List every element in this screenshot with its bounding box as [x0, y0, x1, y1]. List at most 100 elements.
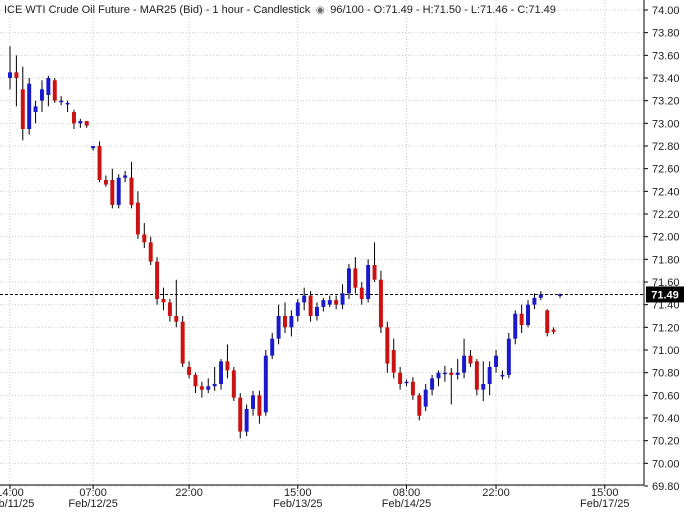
y-tick-label: 70.80 — [652, 368, 680, 380]
candle-body — [193, 374, 198, 387]
candle-body — [398, 372, 403, 384]
candle-body — [78, 121, 83, 124]
x-tick-date: Feb/13/25 — [273, 498, 323, 508]
candle-body — [219, 361, 224, 384]
y-tick-label: 72.60 — [652, 164, 680, 176]
candle-body — [84, 121, 89, 126]
candle-body — [462, 355, 467, 373]
candle-body — [283, 316, 287, 328]
x-tick-time: 22:00 — [175, 487, 203, 499]
candle-body — [129, 177, 134, 205]
candle-body — [174, 316, 179, 322]
candle-body — [276, 316, 281, 339]
candle-body — [410, 381, 415, 396]
candle-body — [91, 146, 96, 149]
candle-body — [302, 295, 307, 303]
candle-body — [295, 302, 300, 316]
candle-body — [59, 100, 64, 103]
candle-body — [263, 355, 268, 413]
candlestick-chart: ICE WTI Crude Oil Future - MAR25 (Bid) -… — [0, 0, 686, 510]
candle-body — [314, 306, 319, 316]
candle-body — [442, 372, 447, 375]
candle-body — [558, 294, 562, 296]
candle-body — [334, 300, 339, 305]
candle-body — [538, 294, 543, 298]
candle-body — [417, 395, 422, 416]
y-tick-label: 72.20 — [652, 209, 680, 221]
candle-body — [270, 338, 275, 356]
candle-body — [519, 313, 524, 326]
candle-body — [212, 384, 217, 387]
candle-body — [71, 112, 76, 124]
candle-body — [545, 310, 550, 333]
candle-body — [27, 83, 32, 129]
y-tick-label: 73.60 — [652, 50, 680, 62]
candle-body — [404, 381, 409, 384]
candle-body — [238, 397, 243, 432]
y-tick-label: 72.80 — [652, 141, 680, 153]
candle-body — [289, 316, 294, 328]
y-tick-label: 73.20 — [652, 96, 680, 108]
candle-body — [327, 300, 332, 305]
candle-body — [513, 313, 518, 339]
y-tick-label: 70.20 — [652, 436, 680, 448]
chart-header: ICE WTI Crude Oil Future - MAR25 (Bid) -… — [4, 4, 556, 16]
candle-body — [321, 300, 326, 307]
candle-body — [155, 261, 160, 299]
last-price-label: 71.49 — [651, 289, 679, 301]
x-tick-date: Feb/14/25 — [382, 498, 432, 508]
x-tick-date: Feb/12/25 — [68, 498, 118, 508]
candle-body — [378, 279, 383, 328]
candle-body — [532, 297, 537, 305]
y-tick-label: 73.40 — [652, 73, 680, 85]
y-tick-label: 71.20 — [652, 322, 680, 334]
candle-body — [308, 295, 313, 316]
candle-body — [359, 287, 364, 299]
candle-body — [199, 386, 204, 390]
candle-body — [225, 361, 230, 371]
y-tick-label: 74.00 — [652, 5, 680, 17]
candle-body — [257, 395, 262, 416]
candle-body — [65, 102, 70, 105]
candle-body — [430, 378, 435, 390]
candle-body — [455, 372, 460, 375]
candle-body — [436, 372, 441, 379]
candle-body — [97, 146, 102, 180]
candle-body — [20, 89, 25, 129]
candle-body — [385, 327, 390, 364]
candle-body — [468, 355, 473, 364]
chart-title: ICE WTI Crude Oil Future - MAR25 (Bid) -… — [4, 4, 311, 16]
y-tick-label: 70.60 — [652, 390, 680, 402]
y-tick-label: 71.80 — [652, 254, 680, 266]
y-tick-label: 71.00 — [652, 345, 680, 357]
candle-body — [116, 177, 121, 205]
x-tick-time: 22:00 — [482, 487, 510, 499]
x-tick-date: Feb/17/25 — [580, 498, 630, 508]
candle-body — [494, 355, 499, 367]
candle-body — [14, 72, 19, 78]
candle-body — [148, 242, 153, 262]
candle-body — [123, 175, 128, 178]
candle-body — [135, 202, 140, 235]
candle-body — [187, 367, 192, 375]
candle-body — [167, 302, 172, 316]
candle-body — [526, 304, 531, 326]
candle-body — [142, 234, 147, 243]
candle-body — [487, 367, 492, 384]
candle-body — [372, 265, 377, 280]
eye-icon[interactable]: ◉ — [313, 5, 327, 16]
candle-body — [180, 321, 185, 364]
y-tick-label: 70.00 — [652, 458, 680, 470]
candle-body — [474, 361, 479, 390]
y-tick-label: 70.40 — [652, 413, 680, 425]
candle-body — [206, 386, 211, 390]
y-tick-label: 73.80 — [652, 28, 680, 40]
x-tick-date: Feb/11/25 — [0, 498, 34, 508]
y-tick-label: 69.80 — [652, 481, 680, 493]
y-tick-label: 72.00 — [652, 232, 680, 244]
candle-body — [251, 395, 256, 409]
candle-body — [8, 72, 12, 78]
candle-body — [449, 372, 454, 375]
candle-body — [340, 293, 345, 305]
candle-body — [46, 78, 51, 95]
